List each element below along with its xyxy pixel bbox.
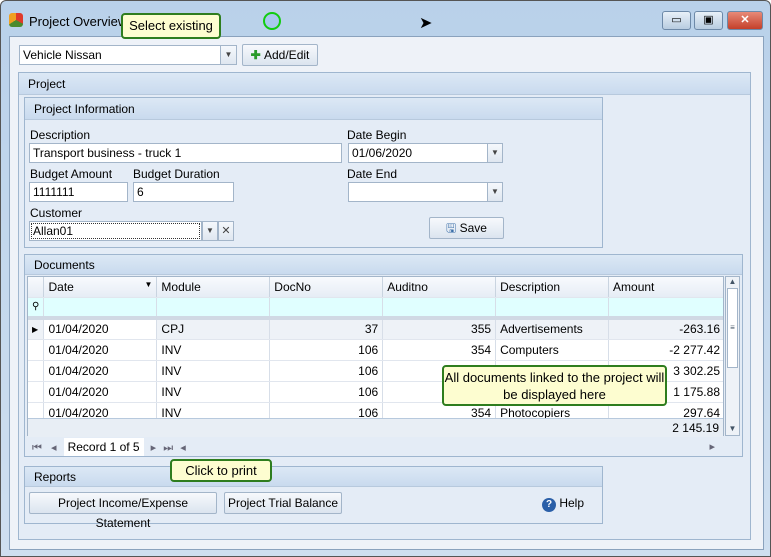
maximize-button[interactable]: ▣ [694, 11, 723, 30]
project-information-group: Project Information Description Transpor… [24, 97, 603, 248]
budget-amount-label: Budget Amount [30, 167, 113, 181]
row-indicator [28, 339, 45, 361]
description-label: Description [30, 128, 91, 142]
date-begin-label: Date Begin [347, 128, 407, 142]
project-select[interactable]: Vehicle Nissan [19, 45, 229, 65]
scroll-up-icon[interactable]: ▲ [726, 277, 739, 286]
next-record-icon[interactable]: ▸ [151, 442, 157, 454]
cell-module[interactable]: INV [156, 381, 271, 403]
app-icon [9, 13, 23, 27]
window-title: Project Overview [29, 14, 128, 29]
customer-field[interactable]: Allan01 [29, 221, 202, 241]
project-dropdown-button[interactable]: ▼ [220, 45, 237, 65]
project-group-title: Project [19, 73, 750, 95]
customer-dropdown[interactable]: ▼ [202, 221, 218, 241]
reports-title: Reports [25, 467, 602, 487]
budget-amount-field[interactable]: 1111111 [29, 182, 128, 202]
record-counter: Record 1 of 5 [63, 438, 144, 456]
scroll-right-icon[interactable]: ▸ [709, 438, 715, 456]
last-record-icon[interactable]: ⏭ [163, 442, 173, 454]
click-to-print-callout: Click to print [170, 459, 272, 482]
scroll-left-icon[interactable]: ◂ [180, 442, 186, 454]
save-button[interactable]: 🖫 Save [429, 217, 504, 239]
cell-description[interactable]: Computers [495, 339, 610, 361]
column-header-date[interactable]: Date ▼ [43, 277, 158, 298]
budget-duration-field[interactable]: 6 [133, 182, 234, 202]
cell-auditno[interactable]: 354 [382, 339, 497, 361]
save-icon: 🖫 [446, 221, 460, 235]
sort-dropdown-icon: ▼ [144, 279, 153, 289]
row-indicator-icon: ▶ [28, 318, 45, 340]
cell-date[interactable]: 01/04/2020 [43, 318, 158, 340]
cell-module[interactable]: INV [156, 360, 271, 382]
column-header-description[interactable]: Description [495, 277, 610, 298]
customer-label: Customer [30, 206, 83, 220]
reports-group: Reports Project Income/Expense Statement… [24, 466, 603, 530]
cell-docno[interactable]: 37 [269, 318, 384, 340]
cell-amount[interactable]: -2 277.42 [608, 339, 723, 361]
column-header-module[interactable]: Module [156, 277, 271, 298]
date-end-label: Date End [347, 167, 398, 181]
add-icon: ✚ [250, 48, 264, 62]
trial-balance-button[interactable]: Project Trial Balance [224, 492, 342, 514]
project-group: Project Project Information Description … [18, 72, 751, 540]
first-record-icon[interactable]: ⏮ [32, 442, 42, 454]
help-icon: ? [542, 498, 556, 512]
cell-date[interactable]: 01/04/2020 [43, 339, 158, 361]
scroll-down-icon[interactable]: ▼ [726, 424, 739, 433]
column-header-auditno[interactable]: Auditno [382, 277, 497, 298]
budget-duration-label: Budget Duration [133, 167, 220, 181]
documents-callout: All documents linked to the project will… [442, 365, 667, 406]
cell-docno[interactable]: 106 [269, 381, 384, 403]
cell-docno[interactable]: 106 [269, 339, 384, 361]
filter-pin-icon: ⚲ [28, 297, 45, 320]
mouse-pointer-icon: ➤ [419, 15, 433, 32]
cell-date[interactable]: 01/04/2020 [43, 381, 158, 403]
client-area: Vehicle Nissan ▼ ✚ Add/Edit Project Proj… [9, 36, 764, 550]
cell-module[interactable]: CPJ [156, 318, 271, 340]
documents-grid: Date ▼ Module DocNo Auditno Description A… [27, 276, 724, 436]
description-field[interactable]: Transport business - truck 1 [29, 143, 342, 163]
vertical-scrollbar[interactable]: ▲ ≡ ▼ [725, 276, 740, 436]
date-end-field[interactable] [348, 182, 488, 202]
grid-footer: 2 145.19 [28, 418, 723, 437]
help-button[interactable]: ? Help [542, 496, 584, 512]
cell-date[interactable]: 01/04/2020 [43, 360, 158, 382]
cell-amount[interactable]: -263.16 [608, 318, 723, 340]
income-expense-statement-button[interactable]: Project Income/Expense Statement [29, 492, 217, 530]
date-end-dropdown[interactable]: ▼ [487, 182, 503, 202]
table-row[interactable]: 01/04/2020 INV 106 354 Computers -2 277.42 [28, 339, 723, 361]
project-information-title: Project Information [25, 98, 602, 120]
cursor-indicator-icon [263, 12, 281, 30]
close-button[interactable]: ✕ [727, 11, 763, 30]
row-indicator [28, 360, 45, 382]
cell-module[interactable]: INV [156, 339, 271, 361]
column-header-amount[interactable]: Amount [608, 277, 723, 298]
grid-header-row: Date ▼ Module DocNo Auditno Description A… [28, 277, 723, 298]
minimize-button[interactable]: ▭ [662, 11, 691, 30]
date-begin-dropdown[interactable]: ▼ [487, 143, 503, 163]
table-row[interactable]: ▶ 01/04/2020 CPJ 37 355 Advertisements -263.16 [28, 318, 723, 340]
add-edit-button[interactable]: ✚ Add/Edit [242, 44, 318, 66]
select-existing-callout: Select existing [121, 13, 221, 39]
documents-group: Documents Date ▼ Module DocNo Auditno Des… [24, 254, 743, 457]
record-navigator: ⏮ ◂ Record 1 of 5 ▸ ⏭ ◂ ▸ [28, 438, 723, 456]
scroll-thumb[interactable]: ≡ [727, 288, 738, 368]
column-header-docno[interactable]: DocNo [269, 277, 384, 298]
cell-docno[interactable]: 106 [269, 360, 384, 382]
customer-clear-button[interactable]: ✕ [218, 221, 234, 241]
date-begin-field[interactable]: 01/06/2020 [348, 143, 488, 163]
filter-row[interactable]: ⚲ [28, 297, 723, 320]
cell-description[interactable]: Advertisements [495, 318, 610, 340]
cell-auditno[interactable]: 355 [382, 318, 497, 340]
prev-record-icon[interactable]: ◂ [51, 442, 57, 454]
row-indicator [28, 381, 45, 403]
documents-title: Documents [25, 255, 742, 275]
window: Project Overview ➤ ▭ ▣ ✕ Vehicle Nissan … [0, 0, 771, 557]
